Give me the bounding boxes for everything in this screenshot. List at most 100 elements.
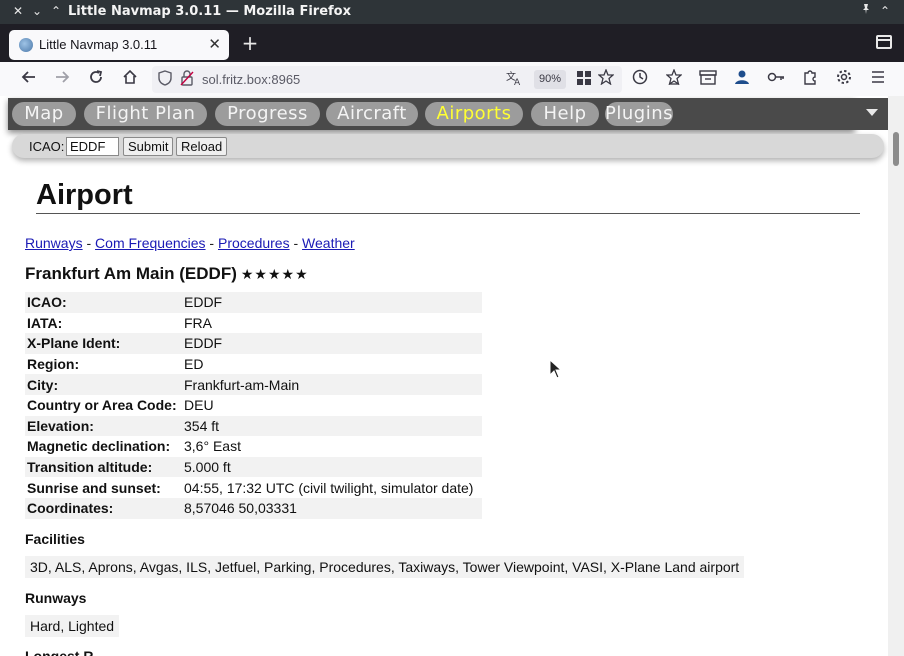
info-value: 354 ft <box>182 415 482 437</box>
info-key: Magnetic declination: <box>27 438 171 455</box>
link-separator: - <box>205 235 218 251</box>
tab-title: Little Navmap 3.0.11 <box>39 37 158 52</box>
info-key: Sunrise and sunset: <box>27 479 161 496</box>
window-maximize-icon[interactable]: ⌃ <box>48 3 64 19</box>
app-menu-bar: Map Flight Plan Progress Aircraft Airpor… <box>8 98 855 130</box>
link-runways[interactable]: Runways <box>25 235 83 251</box>
reload-icon[interactable] <box>86 69 106 89</box>
history-icon[interactable] <box>630 69 650 89</box>
puzzle-icon[interactable] <box>800 69 820 89</box>
info-key: Transition altitude: <box>25 456 182 478</box>
shield-icon[interactable] <box>158 70 172 90</box>
container-icon[interactable] <box>698 69 718 89</box>
table-row: X-Plane Ident: EDDF <box>25 333 482 354</box>
page-scrollbar[interactable] <box>888 96 904 656</box>
facilities-heading: Facilities <box>25 531 85 547</box>
new-tab-icon[interactable]: + <box>240 32 260 54</box>
table-row: ICAO: EDDF <box>25 292 482 313</box>
pin-icon[interactable] <box>858 3 874 19</box>
zoom-level-badge[interactable]: 90% <box>534 70 567 89</box>
menu-item-flight-plan[interactable]: Flight Plan <box>84 102 207 126</box>
table-row: Sunrise and sunset: 04:55, 17:32 UTC (civ… <box>25 477 482 498</box>
triangle-down-icon <box>866 109 878 116</box>
menu-item-help[interactable]: Help <box>531 102 599 126</box>
back-icon[interactable] <box>19 69 39 89</box>
info-value: 3,6° East <box>184 438 241 455</box>
table-row: Transition altitude: 5.000 ft <box>25 456 482 478</box>
window-minimize-icon[interactable]: ⌄ <box>29 3 45 19</box>
info-value: EDDF <box>182 333 482 354</box>
table-row: Magnetic declination: 3,6° East <box>25 436 482 457</box>
scrollbar-thumb[interactable] <box>893 132 899 166</box>
menu-item-map[interactable]: Map <box>12 102 76 126</box>
link-procedures[interactable]: Procedures <box>218 235 290 251</box>
runways-heading: Runways <box>25 590 87 606</box>
forward-icon[interactable] <box>52 69 72 89</box>
window-titlebar: ✕ ⌄ ⌃ Little Navmap 3.0.11 — Mozilla Fir… <box>0 0 904 24</box>
menu-item-airports[interactable]: Airports <box>425 102 523 126</box>
table-row: Region: ED <box>25 354 482 375</box>
svg-text:A: A <box>514 78 521 86</box>
info-key: Coordinates: <box>25 497 182 519</box>
airport-name-text: Frankfurt Am Main (EDDF) <box>25 264 237 283</box>
list-all-tabs-icon[interactable] <box>876 35 892 49</box>
icao-input[interactable]: EDDF <box>66 137 119 156</box>
tab-strip: Little Navmap 3.0.11 ✕ + <box>0 24 904 62</box>
table-row: Coordinates: 8,57046 50,03331 <box>25 497 482 519</box>
info-key: IATA: <box>27 314 63 331</box>
tab-little-navmap[interactable]: Little Navmap 3.0.11 ✕ <box>9 30 229 60</box>
heading-divider <box>36 213 860 214</box>
window-title: Little Navmap 3.0.11 — Mozilla Firefox <box>68 4 351 19</box>
settings-gear-icon[interactable] <box>834 69 854 89</box>
navigation-toolbar: sol.fritz.box:8965 文A 90% <box>0 62 904 96</box>
page-title: Airport <box>36 179 133 211</box>
window-close-icon[interactable]: ✕ <box>10 3 26 19</box>
account-icon[interactable] <box>732 69 752 89</box>
menu-icon[interactable] <box>868 69 888 89</box>
rating-stars: ★★★★★ <box>240 266 309 282</box>
translate-icon[interactable]: 文A <box>506 70 522 90</box>
passwords-key-icon[interactable] <box>766 69 786 89</box>
table-row: City: Frankfurt-am-Main <box>25 374 482 395</box>
table-row: Elevation: 354 ft <box>25 415 482 437</box>
link-weather[interactable]: Weather <box>302 235 355 251</box>
info-key: City: <box>25 374 182 395</box>
info-key: ICAO: <box>25 292 182 313</box>
lock-icon[interactable] <box>180 70 194 90</box>
airport-name: Frankfurt Am Main (EDDF) ★★★★★ <box>25 264 309 284</box>
info-value: Frankfurt-am-Main <box>182 374 482 395</box>
submit-button[interactable]: Submit <box>123 137 174 156</box>
link-separator: - <box>82 235 96 251</box>
runways-value: Hard, Lighted <box>25 615 120 637</box>
info-value: 04:55, 17:32 UTC (civil twilight, simula… <box>184 479 474 496</box>
info-key: Region: <box>27 356 80 373</box>
info-value: 5.000 ft <box>182 456 482 478</box>
airport-info-table: ICAO: EDDF IATA: FRA X-Plane Ident: EDDF Regio… <box>25 292 482 519</box>
facilities-value: 3D, ALS, Aprons, Avgas, ILS, Jetfuel, Pa… <box>25 556 745 578</box>
reload-button[interactable]: Reload <box>176 137 228 156</box>
next-section-heading: Longest R... <box>25 648 106 656</box>
bookmark-star-icon[interactable] <box>597 68 615 89</box>
menu-dropdown-toggle[interactable] <box>855 98 888 130</box>
icao-form: ICAO: EDDF Submit Reload <box>12 134 884 158</box>
info-key: X-Plane Ident: <box>25 333 182 354</box>
page-viewport: Map Flight Plan Progress Aircraft Airpor… <box>0 96 904 656</box>
menu-item-aircraft[interactable]: Aircraft <box>326 102 418 126</box>
menu-item-progress[interactable]: Progress <box>215 102 320 126</box>
keep-above-icon[interactable]: ⌃ <box>877 3 893 19</box>
menu-item-plugins[interactable]: Plugins <box>605 102 673 126</box>
link-com-frequencies[interactable]: Com Frequencies <box>95 235 206 251</box>
icao-label: ICAO: <box>29 139 65 154</box>
extensions-grid-icon[interactable] <box>577 71 591 89</box>
library-icon[interactable] <box>664 68 684 89</box>
info-value: 8,57046 50,03331 <box>182 497 482 519</box>
link-separator: - <box>289 235 303 251</box>
url-text[interactable]: sol.fritz.box:8965 <box>202 72 300 87</box>
url-bar[interactable]: sol.fritz.box:8965 文A 90% <box>152 66 622 93</box>
home-icon[interactable] <box>120 69 140 89</box>
info-value: FRA <box>184 314 212 331</box>
section-links: Runways - Com Frequencies - Procedures -… <box>25 235 355 251</box>
table-row: IATA: FRA <box>25 313 482 334</box>
globe-icon <box>19 38 33 52</box>
tab-close-icon[interactable]: ✕ <box>208 35 221 53</box>
